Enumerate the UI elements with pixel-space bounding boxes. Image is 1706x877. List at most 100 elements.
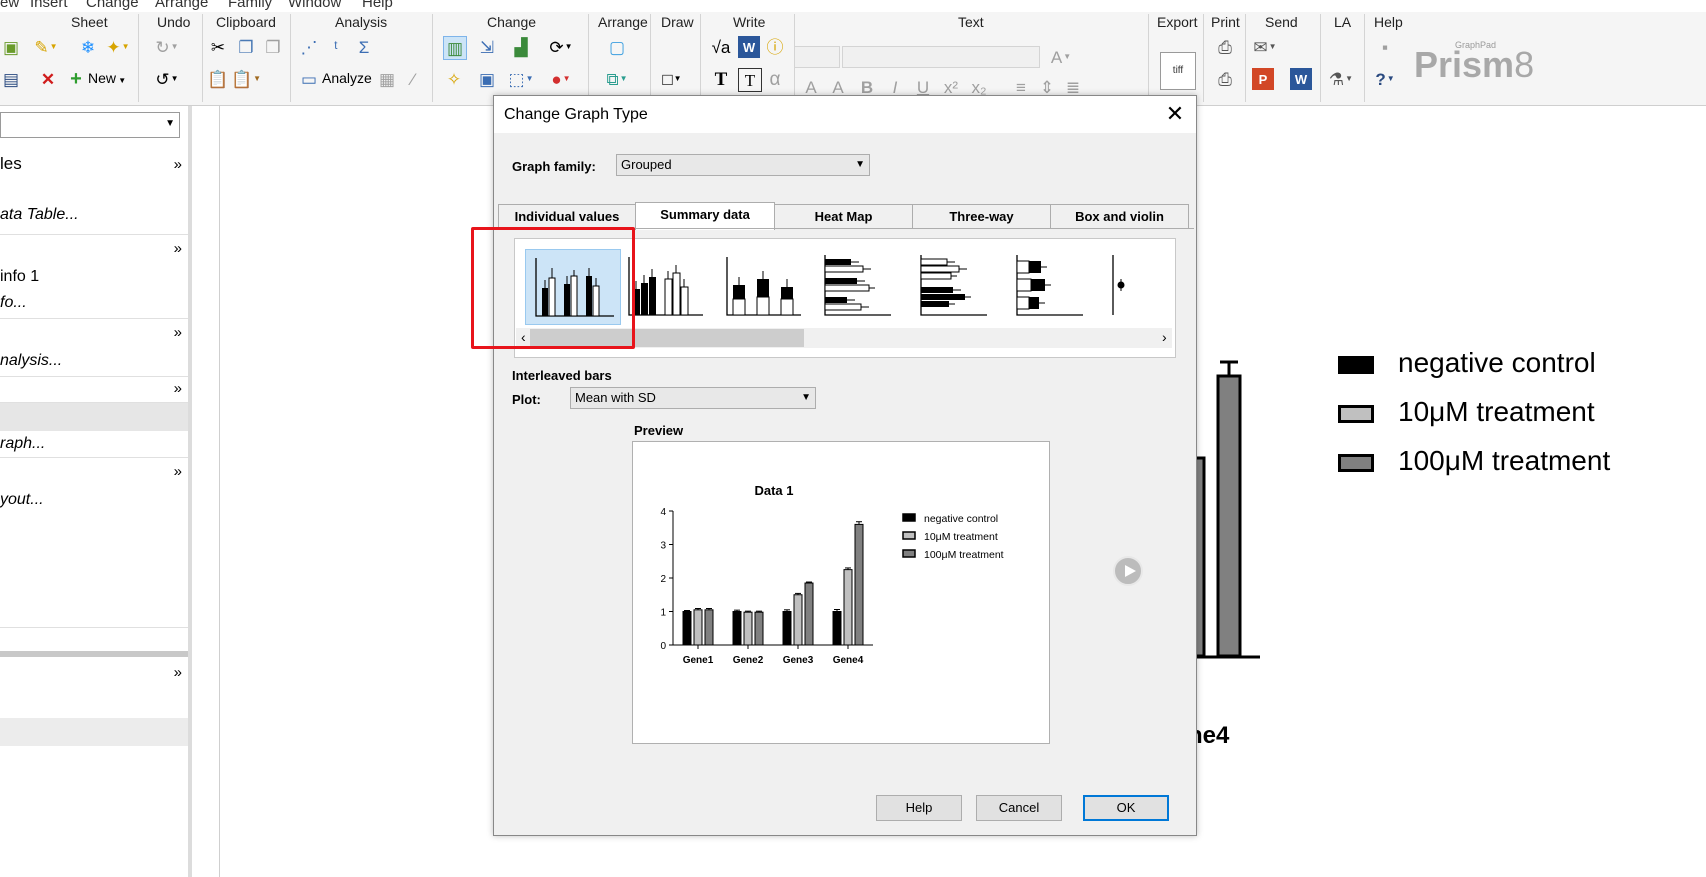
graph-type-horizontal-stacked-bars[interactable] — [1011, 249, 1107, 325]
paste-icon[interactable]: 📋 — [207, 68, 229, 90]
new-analysis-link[interactable]: nalysis... — [0, 352, 62, 370]
mail-icon[interactable]: ✉ ▼ — [1253, 36, 1276, 58]
menu-family[interactable]: Family — [228, 0, 272, 11]
font-name-combo[interactable] — [842, 46, 1040, 68]
snowflake-icon[interactable]: ❄ — [77, 36, 99, 58]
play-icon[interactable] — [1113, 556, 1143, 586]
highlighter-icon[interactable]: ✎ ▼ — [34, 36, 57, 58]
group-title-print: Print — [1211, 14, 1240, 30]
ok-button[interactable]: OK — [1083, 795, 1169, 821]
wand-icon[interactable]: ⁄ — [402, 68, 424, 90]
cut-icon[interactable]: ✂ — [207, 36, 229, 58]
graph-family-select[interactable]: Grouped ▼ — [616, 154, 870, 176]
menu-arrange[interactable]: Arrange — [155, 0, 208, 11]
tab-heat-map[interactable]: Heat Map — [774, 204, 913, 228]
group-title-change: Change — [487, 14, 537, 30]
copy-special-icon[interactable]: ❐ — [262, 36, 284, 58]
menu-view[interactable]: ew — [0, 0, 19, 11]
delete-icon[interactable]: ✕ — [37, 68, 59, 90]
new-data-table-link[interactable]: ata Table... — [0, 206, 79, 224]
help-button[interactable]: Help — [876, 795, 962, 821]
analyze-button[interactable]: Analyze — [322, 70, 372, 86]
separator — [1148, 14, 1149, 102]
align-icon[interactable]: ▢ — [606, 36, 628, 58]
pin-icon[interactable]: ✦ ▼ — [106, 36, 129, 58]
font-size-combo[interactable] — [794, 46, 840, 68]
tab-box-and-violin[interactable]: Box and violin — [1050, 204, 1189, 228]
axes-icon[interactable]: ⇲ — [476, 36, 498, 58]
graph-type-separated-bars[interactable] — [623, 249, 719, 325]
bar — [843, 569, 853, 646]
copy-icon[interactable]: ❐ — [235, 36, 257, 58]
menu-window[interactable]: Window — [288, 0, 341, 11]
magic-icon[interactable]: ✧ — [443, 68, 465, 90]
text-icon[interactable]: T — [710, 68, 732, 90]
panel-resize-handle[interactable] — [0, 651, 190, 657]
menu-help[interactable]: Help — [362, 0, 393, 11]
t-test-icon[interactable]: ᵗ — [325, 36, 347, 58]
format-graph-icon[interactable]: ▣ — [476, 68, 498, 90]
change-graph-type-icon[interactable]: ▥ — [443, 36, 467, 60]
word-icon[interactable]: W — [738, 36, 760, 58]
lab-flask-icon[interactable]: ⚗ ▼ — [1329, 68, 1353, 90]
cancel-button[interactable]: Cancel — [976, 795, 1062, 821]
bars-icon[interactable]: ▟ — [510, 36, 532, 58]
text-box-icon[interactable]: T — [738, 68, 762, 92]
expand-chevron-icon[interactable]: » — [174, 664, 182, 681]
add-icon[interactable]: + — [65, 68, 87, 90]
xy-analysis-icon[interactable]: ⋰ — [298, 36, 320, 58]
equation-icon[interactable]: √a — [710, 36, 732, 58]
graph-type-horizontal-bars[interactable] — [819, 249, 915, 325]
analyze-icon[interactable]: ▭ — [298, 68, 320, 90]
print-icon[interactable]: ⎙ — [1214, 36, 1236, 58]
new-graph-row: raph... — [0, 431, 188, 458]
close-icon[interactable]: ✕ — [1160, 100, 1190, 128]
rotate-icon[interactable]: ⟳ ▼ — [549, 36, 572, 58]
selected-graph-row[interactable] — [0, 403, 188, 431]
expand-chevron-icon[interactable]: » — [174, 380, 182, 397]
draw-rectangle-icon[interactable]: □ ▼ — [661, 68, 683, 90]
print-preview-icon[interactable]: ⎙ — [1214, 68, 1236, 90]
new-sheet-icon[interactable]: ▣ — [0, 36, 22, 58]
separator — [1320, 14, 1321, 102]
font-color-icon[interactable]: A ▼ — [1050, 46, 1072, 68]
arrange-icon[interactable]: ⧉ ▼ — [606, 68, 628, 90]
expand-chevron-icon[interactable]: » — [174, 324, 182, 341]
plot-select[interactable]: Mean with SD ▼ — [570, 387, 816, 409]
color-scheme-icon[interactable]: ● ▼ — [550, 68, 572, 90]
bar — [704, 609, 714, 646]
scroll-right-icon[interactable]: › — [1162, 329, 1167, 345]
navigator-combo[interactable]: ▼ — [0, 112, 180, 138]
new-layout-link[interactable]: yout... — [0, 491, 44, 509]
table-icon[interactable]: ▦ — [376, 68, 398, 90]
new-info-link[interactable]: fo... — [0, 294, 27, 312]
tab-individual-values[interactable]: Individual values — [498, 204, 636, 228]
expand-chevron-icon[interactable]: » — [174, 156, 182, 173]
paste-special-icon[interactable]: 📋 ▼ — [231, 68, 261, 90]
tab-summary-data[interactable]: Summary data — [635, 202, 775, 230]
redo-icon[interactable]: ↻ ▼ — [155, 36, 178, 58]
info-item[interactable]: info 1 — [0, 268, 39, 286]
powerpoint-icon[interactable]: P — [1252, 68, 1274, 90]
word-export-icon[interactable]: W — [1290, 68, 1312, 90]
menu-insert[interactable]: Insert — [30, 0, 68, 11]
undo-icon[interactable]: ↺ ▼ — [155, 68, 178, 90]
help-icon[interactable]: ? ▼ — [1374, 68, 1396, 90]
new-button[interactable]: New ▼ — [88, 70, 126, 86]
info-icon[interactable]: ⓘ — [764, 36, 786, 58]
family-row[interactable] — [0, 718, 188, 746]
menu-change[interactable]: Change — [86, 0, 139, 11]
sum-icon[interactable]: Σ — [353, 36, 375, 58]
alpha-icon[interactable]: α — [764, 68, 786, 90]
export-icon[interactable]: tiff — [1160, 52, 1196, 90]
sheet-icon[interactable]: ▤ — [0, 68, 22, 90]
expand-chevron-icon[interactable]: » — [174, 240, 182, 257]
graph-type-mean-points[interactable] — [1107, 249, 1127, 325]
graph-type-horizontal-separated-bars[interactable] — [915, 249, 1011, 325]
graph-type-stacked-bars[interactable] — [721, 249, 817, 325]
expand-chevron-icon[interactable]: » — [174, 463, 182, 480]
cloud-icon[interactable]: ▪ — [1374, 36, 1396, 58]
format-axes-icon[interactable]: ⬚ ▼ — [509, 68, 534, 90]
tab-three-way[interactable]: Three-way — [912, 204, 1051, 228]
new-graph-link[interactable]: raph... — [0, 435, 45, 453]
